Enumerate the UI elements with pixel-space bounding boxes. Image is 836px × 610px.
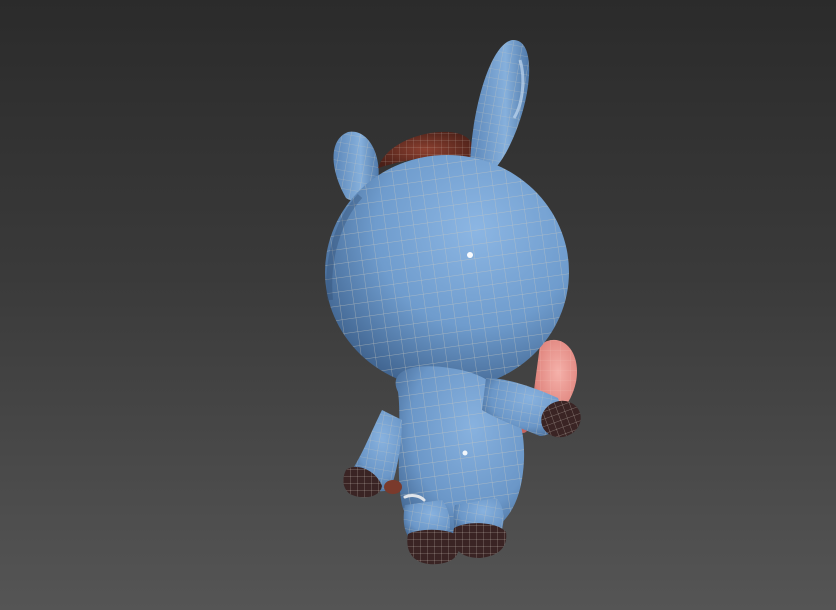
3d-viewport[interactable] — [0, 0, 836, 610]
right-foot-hoof[interactable] — [453, 523, 507, 558]
left-foot-hoof[interactable] — [407, 529, 460, 565]
body-specular-highlight — [462, 450, 468, 456]
head-specular-highlight — [467, 252, 473, 258]
viewport-canvas[interactable] — [0, 0, 836, 610]
